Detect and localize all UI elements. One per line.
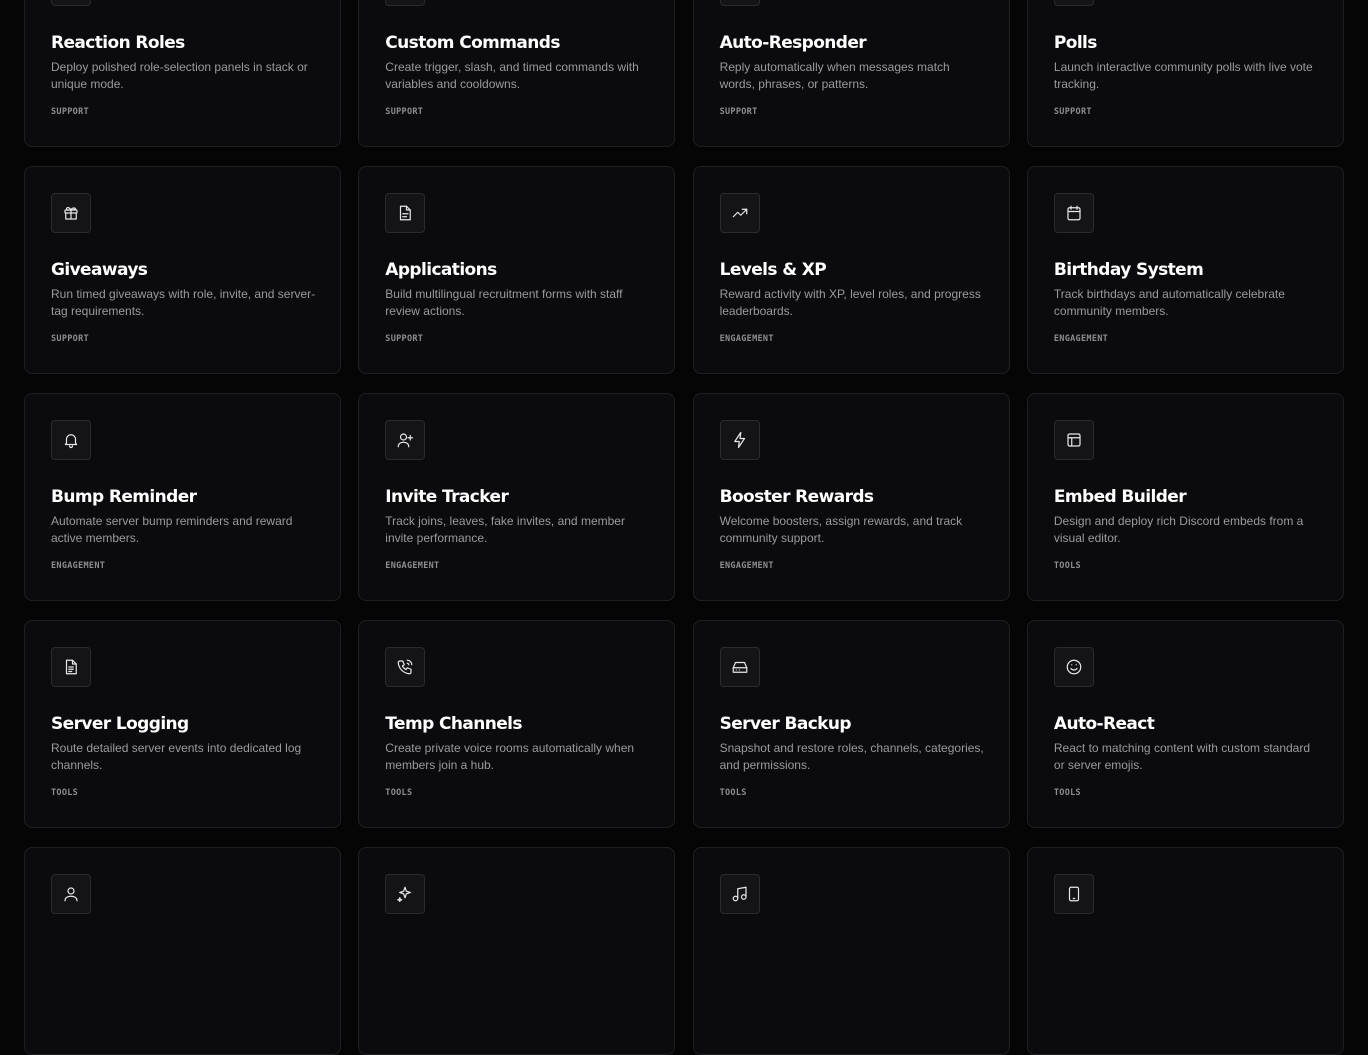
card-title: Auto-React [1053, 714, 1155, 734]
feature-card-giveaways[interactable]: Giveaways Run timed giveaways with role,… [24, 166, 341, 374]
phone-icon [385, 647, 426, 687]
card-category: TOOLS [1053, 788, 1081, 798]
card-category: ENGAGEMENT [1053, 334, 1109, 344]
card-category: ENGAGEMENT [719, 334, 774, 344]
card-description: Run timed giveaways with role, invite, a… [51, 287, 316, 318]
card-category: SUPPORT [51, 334, 89, 344]
features-grid: Reaction Roles Deploy polished role-sele… [24, 0, 1344, 1055]
card-category: TOOLS [385, 788, 413, 798]
card-category: SUPPORT [719, 107, 758, 117]
feature-card-server-logging[interactable]: Server Logging Route detailed server eve… [24, 620, 341, 828]
card-title: Temp Channels [385, 714, 522, 734]
card-category: TOOLS [51, 788, 79, 798]
card-title: Reaction Roles [51, 33, 185, 53]
chart-icon [1053, 0, 1094, 6]
card-category: SUPPORT [1053, 107, 1092, 117]
feature-card-profile[interactable] [24, 847, 341, 1055]
card-category: ENGAGEMENT [385, 561, 440, 571]
bell-icon [51, 420, 91, 460]
card-title: Server Backup [719, 714, 852, 734]
feature-card-temp-channels[interactable]: Temp Channels Create private voice rooms… [358, 620, 676, 828]
card-title: Embed Builder [1053, 487, 1187, 507]
card-description: Build multilingual recruitment forms wit… [385, 287, 623, 318]
card-category: TOOLS [1053, 561, 1081, 571]
card-description: Reward activity with XP, level roles, an… [719, 287, 981, 318]
trending-up-icon [719, 193, 760, 233]
sparkles-icon [385, 874, 426, 914]
lightning-icon [719, 420, 760, 460]
card-title: Polls [1053, 33, 1098, 53]
card-title: Server Logging [51, 714, 189, 734]
card-title: Booster Rewards [719, 487, 874, 507]
feature-card-applications[interactable]: Applications Build multilingual recruitm… [358, 166, 676, 374]
feature-card-birthday-system[interactable]: Birthday System Track birthdays and auto… [1026, 166, 1344, 374]
card-description: Create trigger, slash, and timed command… [385, 60, 639, 91]
user-icon [51, 874, 91, 914]
calendar-icon [1053, 193, 1094, 233]
feature-card-mobile[interactable] [1026, 847, 1344, 1055]
feature-card-custom-commands[interactable]: Custom Commands Create trigger, slash, a… [358, 0, 676, 147]
card-category: SUPPORT [385, 107, 424, 117]
smile-icon [1053, 647, 1094, 687]
message-icon [719, 0, 760, 6]
music-icon [719, 874, 760, 914]
layout-icon [1053, 420, 1094, 460]
feature-card-music[interactable] [692, 847, 1010, 1055]
card-title: Bump Reminder [51, 487, 197, 507]
terminal-icon [385, 0, 426, 6]
card-description: Route detailed server events into dedica… [51, 741, 302, 772]
card-title: Auto-Responder [719, 33, 867, 53]
feature-card-server-backup[interactable]: Server Backup Snapshot and restore roles… [692, 620, 1010, 828]
card-description: Track birthdays and automatically celebr… [1053, 287, 1285, 318]
card-description: Launch interactive community polls with … [1053, 60, 1313, 91]
card-description: Create private voice rooms automatically… [385, 741, 635, 772]
feature-card-booster-rewards[interactable]: Booster Rewards Welcome boosters, assign… [692, 393, 1010, 601]
card-description: Snapshot and restore roles, channels, ca… [719, 741, 984, 772]
card-description: Track joins, leaves, fake invites, and m… [385, 514, 625, 545]
feature-card-bump-reminder[interactable]: Bump Reminder Automate server bump remin… [24, 393, 341, 601]
hard-drive-icon [719, 647, 760, 687]
user-plus-icon [385, 420, 426, 460]
card-title: Birthday System [1053, 260, 1204, 280]
card-title: Applications [385, 260, 497, 280]
feature-card-reaction-roles[interactable]: Reaction Roles Deploy polished role-sele… [24, 0, 341, 147]
card-description: Deploy polished role-selection panels in… [51, 60, 308, 91]
feature-card-ai[interactable] [358, 847, 676, 1055]
card-title: Giveaways [51, 260, 148, 280]
tag-icon [51, 0, 91, 6]
feature-card-embed-builder[interactable]: Embed Builder Design and deploy rich Dis… [1026, 393, 1344, 601]
feature-card-polls[interactable]: Polls Launch interactive community polls… [1026, 0, 1344, 147]
card-description: Welcome boosters, assign rewards, and tr… [719, 514, 963, 545]
feature-card-invite-tracker[interactable]: Invite Tracker Track joins, leaves, fake… [358, 393, 676, 601]
feature-card-levels-xp[interactable]: Levels & XP Reward activity with XP, lev… [692, 166, 1010, 374]
card-title: Levels & XP [719, 260, 827, 280]
log-file-icon [51, 647, 91, 687]
tablet-icon [1053, 874, 1094, 914]
card-title: Custom Commands [385, 33, 560, 53]
card-category: SUPPORT [51, 107, 89, 117]
gift-icon [51, 193, 91, 233]
card-title: Invite Tracker [385, 487, 509, 507]
feature-card-auto-responder[interactable]: Auto-Responder Reply automatically when … [692, 0, 1010, 147]
card-category: ENGAGEMENT [719, 561, 774, 571]
card-category: TOOLS [719, 788, 747, 798]
card-description: React to matching content with custom st… [1053, 741, 1311, 772]
document-icon [385, 193, 426, 233]
card-description: Design and deploy rich Discord embeds fr… [1053, 514, 1304, 545]
card-description: Reply automatically when messages match … [719, 60, 950, 91]
card-description: Automate server bump reminders and rewar… [51, 514, 293, 545]
card-category: ENGAGEMENT [51, 561, 106, 571]
feature-card-auto-react[interactable]: Auto-React React to matching content wit… [1026, 620, 1344, 828]
card-category: SUPPORT [385, 334, 424, 344]
